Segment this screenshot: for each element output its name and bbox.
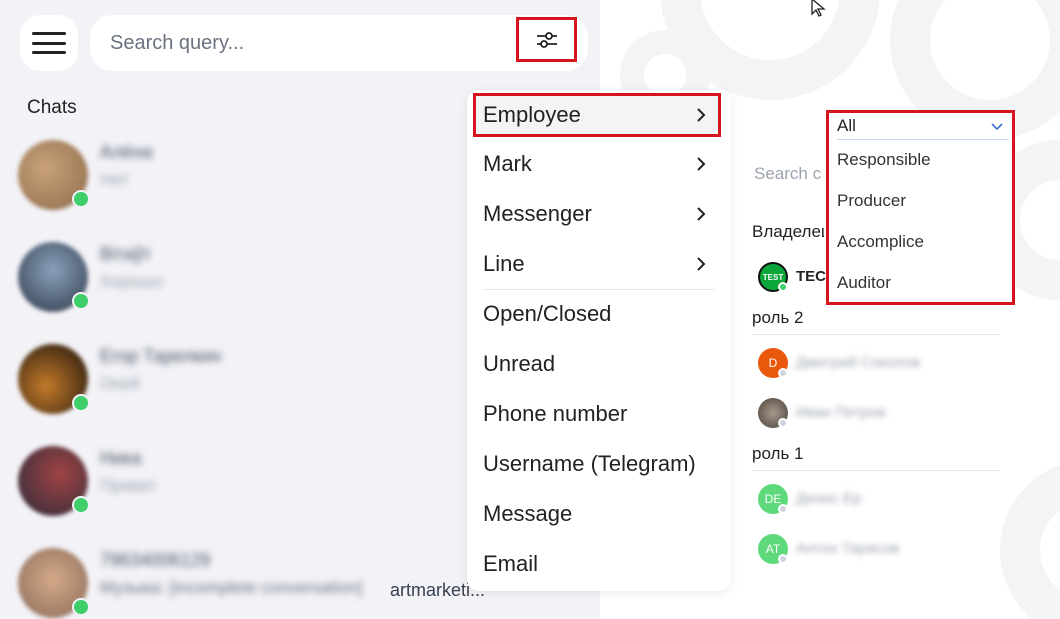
search-bar xyxy=(90,15,588,71)
employee-name: Иван Петров xyxy=(796,404,886,421)
chat-name: Ника xyxy=(100,448,142,468)
chat-list-item[interactable]: Ника Привет xyxy=(18,446,468,526)
menu-item-mark[interactable]: Mark xyxy=(467,140,731,190)
search-input[interactable] xyxy=(110,27,500,59)
chat-list-item[interactable]: Егор Тарелкин Окей xyxy=(18,344,468,424)
role-filter-dropdown: All Responsible Producer Accomplice Audi… xyxy=(826,110,1015,305)
role-option[interactable]: Producer xyxy=(837,191,906,211)
chat-preview: Окей xyxy=(100,374,140,393)
employee-row[interactable]: Иван Петров xyxy=(758,398,1018,430)
menu-item-label: Phone number xyxy=(483,401,628,426)
employee-search-input[interactable]: Search c xyxy=(754,164,832,184)
role-option[interactable]: Accomplice xyxy=(837,232,924,252)
employee-row[interactable]: AT Антон Тарасов xyxy=(758,534,1018,566)
role-selected-value: All xyxy=(837,116,856,135)
chevron-down-icon xyxy=(991,123,1003,131)
menu-item-label: Line xyxy=(483,251,525,276)
chat-preview-prefix: Музыка: xyxy=(100,578,165,597)
online-status-icon xyxy=(72,598,90,616)
menu-item-label: Employee xyxy=(483,102,581,127)
employee-name: Денис Ер xyxy=(796,490,862,507)
chevron-right-icon xyxy=(697,157,706,171)
menu-item-label: Mark xyxy=(483,151,532,176)
menu-item-phone-number[interactable]: Phone number xyxy=(467,390,731,440)
chat-name: Егор Тарелкин xyxy=(100,346,222,366)
menu-item-messenger[interactable]: Messenger xyxy=(467,190,731,240)
menu-item-username-telegram[interactable]: Username (Telegram) xyxy=(467,440,731,490)
chat-name: Алёна xyxy=(100,142,153,162)
online-status-icon xyxy=(72,394,90,412)
chat-list-item[interactable]: Алёна Нет xyxy=(18,140,468,220)
offline-status-icon xyxy=(778,504,788,514)
chat-list-item[interactable]: Вітаўт Хорошо xyxy=(18,242,468,322)
menu-item-label: Open/Closed xyxy=(483,301,612,326)
online-status-icon xyxy=(72,496,90,514)
menu-item-open-closed[interactable]: Open/Closed xyxy=(467,290,731,340)
menu-item-label: Username (Telegram) xyxy=(483,451,696,476)
chats-heading: Chats xyxy=(27,97,77,118)
menu-item-employee[interactable]: Employee xyxy=(473,93,721,137)
chevron-right-icon xyxy=(697,207,706,221)
menu-item-label: Unread xyxy=(483,351,556,376)
chat-preview: Привет xyxy=(100,476,157,495)
menu-item-label: Messenger xyxy=(483,201,592,226)
chat-preview-text: [incomplete conversation] xyxy=(169,578,363,597)
offline-status-icon xyxy=(778,418,788,428)
menu-item-line[interactable]: Line xyxy=(467,240,731,290)
hamburger-icon xyxy=(32,32,66,54)
divider xyxy=(752,334,1000,335)
filter-menu: Employee Mark Messenger Line Open/Closed… xyxy=(467,90,731,591)
chat-preview: Хорошо xyxy=(100,272,163,291)
chat-name: Вітаўт xyxy=(100,244,152,264)
employee-name: Дмитрий Соколов xyxy=(796,354,921,371)
filter-button[interactable] xyxy=(516,17,577,62)
role-select[interactable]: All xyxy=(837,116,1009,140)
role-option[interactable]: Auditor xyxy=(837,273,891,293)
chevron-right-icon xyxy=(697,108,706,122)
chat-preview: Нет xyxy=(100,170,129,189)
employee-row[interactable]: D Дмитрий Соколов xyxy=(758,348,1018,380)
online-status-icon xyxy=(778,282,788,292)
offline-status-icon xyxy=(778,368,788,378)
sliders-icon xyxy=(536,31,557,48)
offline-status-icon xyxy=(778,554,788,564)
menu-item-label: Email xyxy=(483,551,539,576)
group-title: роль 2 xyxy=(752,308,804,327)
group-title: роль 1 xyxy=(752,444,804,463)
mouse-cursor-icon xyxy=(811,0,826,17)
chat-list-item[interactable]: 79634006129 Музыка: [incomplete conversa… xyxy=(18,548,485,619)
role-option[interactable]: Responsible xyxy=(837,150,931,170)
menu-item-unread[interactable]: Unread xyxy=(467,340,731,390)
employee-name: Антон Тарасов xyxy=(796,540,900,557)
menu-item-email[interactable]: Email xyxy=(467,540,731,590)
chevron-right-icon xyxy=(697,257,706,271)
employee-row[interactable]: DE Денис Ер xyxy=(758,484,1018,516)
chat-preview: Музыка: [incomplete conversation] xyxy=(100,578,362,598)
online-status-icon xyxy=(72,190,90,208)
hamburger-menu-button[interactable] xyxy=(20,15,78,71)
group-title: Владелец xyxy=(752,222,824,241)
online-status-icon xyxy=(72,292,90,310)
employee-name: TEC xyxy=(796,268,826,285)
divider xyxy=(752,470,1000,471)
menu-item-message[interactable]: Message xyxy=(467,490,731,540)
chat-name: 79634006129 xyxy=(100,550,211,570)
menu-item-label: Message xyxy=(483,501,573,526)
